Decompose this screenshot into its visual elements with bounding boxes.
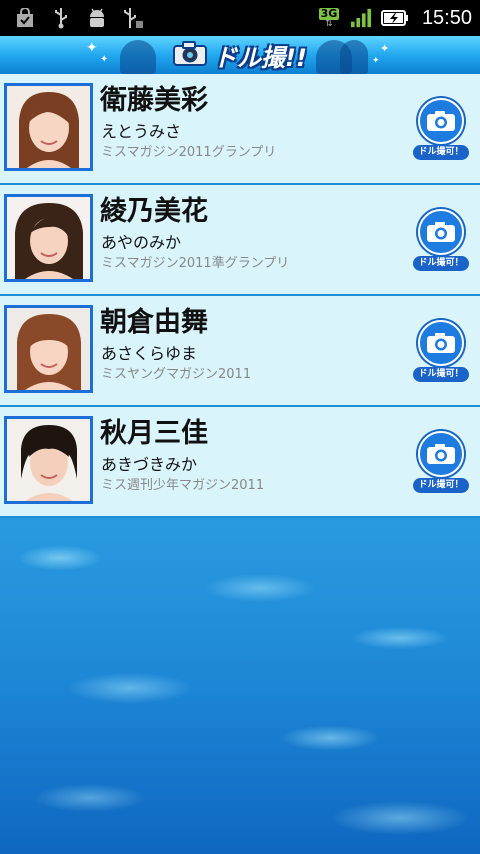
idol-name: 綾乃美花 [100, 196, 208, 227]
idol-photo [4, 194, 93, 282]
idol-award: ミスマガジン2011準グランプリ [101, 256, 290, 271]
idol-list: 衛藤美彩 えとうみさ ミスマガジン2011グランプリ ドル撮可！ 綾乃美花 あや… [0, 74, 480, 518]
battery-charging-icon [380, 7, 410, 29]
usb-icon [50, 7, 72, 29]
camera-button[interactable]: ドル撮可！ [413, 98, 469, 162]
idol-kana: あやのみか [101, 233, 182, 252]
idol-photo [4, 305, 93, 393]
water-background [0, 518, 480, 854]
idol-row[interactable]: 衛藤美彩 えとうみさ ミスマガジン2011グランプリ ドル撮可！ [0, 74, 480, 185]
camera-button[interactable]: ドル撮可！ [413, 431, 469, 495]
camera-badge-label: ドル撮可！ [413, 145, 469, 160]
idol-row[interactable]: 秋月三佳 あきづきみか ミス週刊少年マガジン2011 ドル撮可！ [0, 407, 480, 518]
camera-button[interactable]: ドル撮可！ [413, 209, 469, 273]
idol-award: ミス週刊少年マガジン2011 [101, 478, 265, 493]
app-title-bar: ✦ ✦ ✦ ✦ ドル撮!! [0, 36, 480, 74]
camera-icon [418, 209, 464, 255]
status-bar: 3G ⇅ 15:50 [0, 0, 480, 36]
camera-badge-label: ドル撮可！ [413, 478, 469, 493]
network-3g-indicator: 3G ⇅ [316, 6, 342, 29]
signal-strength-icon [350, 7, 372, 29]
camera-badge-label: ドル撮可！ [413, 256, 469, 271]
idol-name: 秋月三佳 [100, 418, 208, 449]
idol-row[interactable]: 綾乃美花 あやのみか ミスマガジン2011準グランプリ ドル撮可！ [0, 185, 480, 296]
idol-name: 朝倉由舞 [100, 307, 208, 338]
clock: 15:50 [421, 6, 472, 29]
camera-badge-label: ドル撮可！ [413, 367, 469, 382]
data-arrows-icon: ⇅ [325, 18, 333, 29]
camera-icon [418, 320, 464, 366]
idol-kana: あきづきみか [101, 455, 198, 474]
idol-row[interactable]: 朝倉由舞 あさくらゆま ミスヤングマガジン2011 ドル撮可！ [0, 296, 480, 407]
camera-button[interactable]: ドル撮可！ [413, 320, 469, 384]
app-title: ドル撮!! [213, 43, 307, 72]
idol-kana: あさくらゆま [101, 344, 198, 363]
network-type: 3G [318, 6, 340, 20]
shopping-bag-icon [14, 7, 36, 29]
camera-logo-icon [173, 40, 208, 70]
usb-storage-icon [122, 7, 144, 29]
camera-icon [418, 98, 464, 144]
idol-photo [4, 416, 93, 504]
idol-name: 衛藤美彩 [100, 85, 208, 116]
idol-award: ミスマガジン2011グランプリ [101, 145, 277, 160]
idol-photo [4, 83, 93, 171]
camera-icon [418, 431, 464, 477]
android-debug-icon [86, 7, 108, 29]
idol-award: ミスヤングマガジン2011 [101, 367, 252, 382]
idol-kana: えとうみさ [101, 122, 182, 141]
